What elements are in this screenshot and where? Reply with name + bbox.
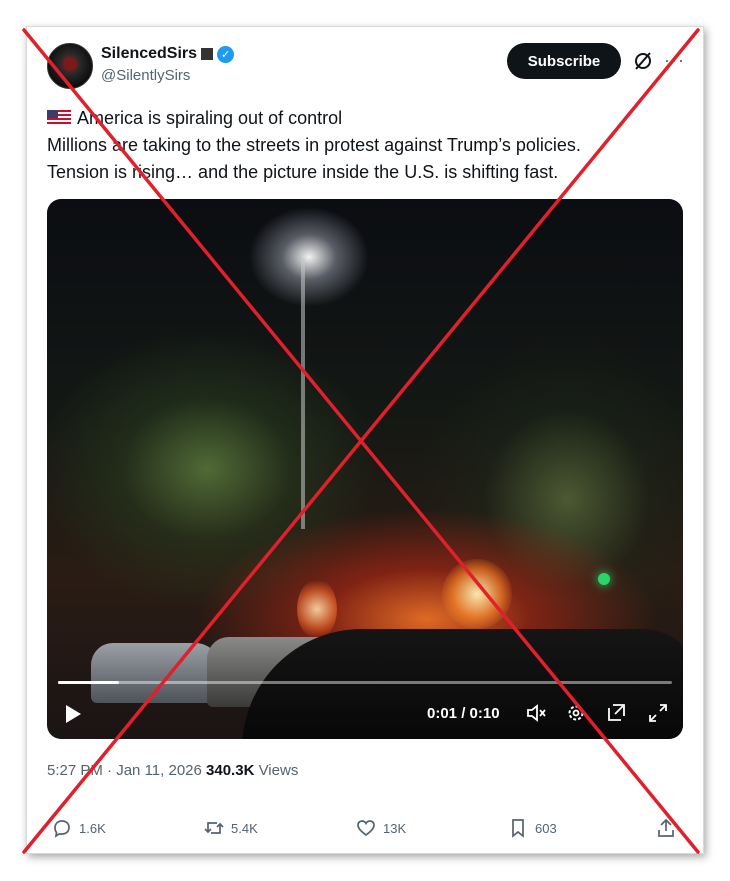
like-count: 13K <box>383 820 407 836</box>
parked-car-left <box>91 643 221 703</box>
meta-separator: · <box>107 762 113 779</box>
video-progress-bar[interactable] <box>58 681 672 684</box>
settings-icon[interactable] <box>565 702 587 724</box>
bookmark-count: 603 <box>535 820 557 836</box>
more-icon[interactable]: ··· <box>664 50 685 71</box>
mute-icon[interactable] <box>525 702 547 724</box>
author-name-row: SilencedSirs ✓ <box>101 45 235 63</box>
subscribe-button[interactable]: Subscribe <box>507 43 621 79</box>
pip-icon[interactable] <box>605 702 627 724</box>
tweet-time[interactable]: 5:27 PM <box>47 762 103 779</box>
share-button[interactable] <box>655 817 677 839</box>
tweet-text: America is spiraling out of control Mill… <box>47 105 677 186</box>
author-handle[interactable]: @SilentlySirs <box>101 67 190 84</box>
repost-button[interactable]: 5.4K <box>203 817 258 839</box>
traffic-light-green <box>598 573 610 585</box>
like-button[interactable]: 13K <box>355 817 406 839</box>
fire-glow-left <box>297 579 337 639</box>
video-progress-fill <box>58 681 120 684</box>
tweet-meta: 5:27 PM · Jan 11, 2026 340.3K Views <box>47 762 298 779</box>
video-time: 0:01 / 0:10 <box>427 705 500 722</box>
tweet-date[interactable]: Jan 11, 2026 <box>116 762 202 779</box>
video-player[interactable]: 0:01 / 0:10 <box>47 199 683 739</box>
bookmark-icon <box>512 819 524 838</box>
views-label: Views <box>258 762 299 779</box>
fire-glow-right <box>442 559 512 629</box>
avatar[interactable] <box>47 43 93 89</box>
bookmark-button[interactable]: 603 <box>507 817 557 839</box>
repost-icon <box>204 822 224 834</box>
views-count[interactable]: 340.3K <box>206 762 254 779</box>
play-icon[interactable] <box>64 704 82 724</box>
share-icon <box>658 818 674 837</box>
tweet-line-3: Tension is rising… and the picture insid… <box>47 162 559 182</box>
like-icon <box>357 820 375 837</box>
grok-icon[interactable] <box>632 50 654 72</box>
author-display-name[interactable]: SilencedSirs <box>101 45 197 63</box>
street-lamp-pole <box>301 259 305 529</box>
tweet-line-1-text: America is spiraling out of control <box>77 108 343 128</box>
tweet-line-1: America is spiraling out of control <box>47 105 677 132</box>
repost-count: 5.4K <box>231 820 258 836</box>
fullscreen-icon[interactable] <box>647 702 669 724</box>
reply-icon <box>54 820 70 838</box>
reply-count: 1.6K <box>79 820 106 836</box>
tweet-line-2: Millions are taking to the streets in pr… <box>47 135 581 155</box>
black-square-emoji-icon <box>201 48 214 60</box>
reply-button[interactable]: 1.6K <box>51 817 106 839</box>
verified-badge-icon[interactable]: ✓ <box>217 45 235 63</box>
us-flag-icon <box>47 110 71 125</box>
